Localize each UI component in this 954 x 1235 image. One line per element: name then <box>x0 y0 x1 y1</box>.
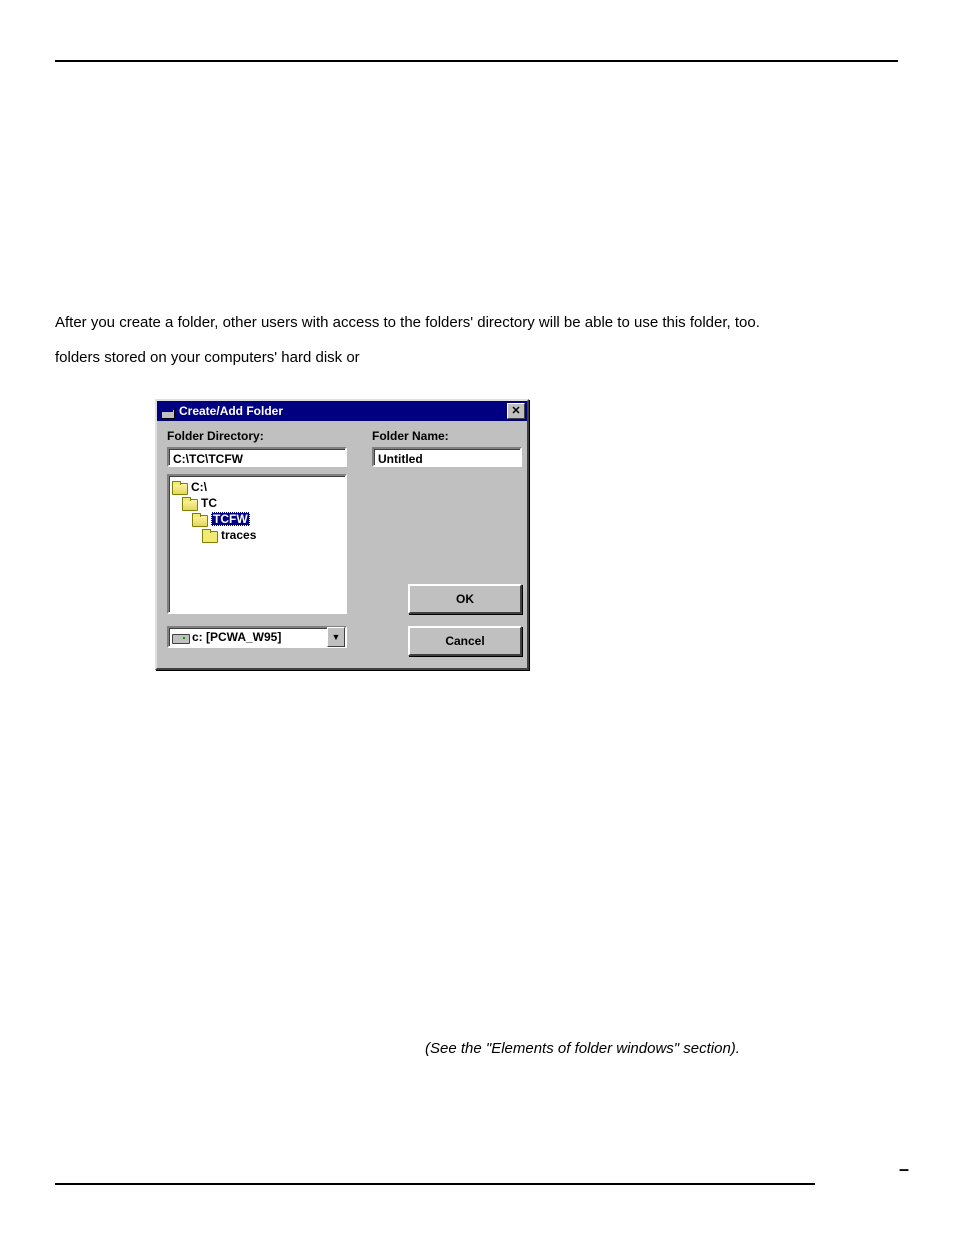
body-text: After you create a folder, other users w… <box>55 312 899 369</box>
dialog-figure: Create/Add Folder ✕ Folder Directory: Fo… <box>155 399 899 670</box>
titlebar[interactable]: Create/Add Folder ✕ <box>157 401 527 421</box>
paragraph-1: After you create a folder, other users w… <box>55 312 815 335</box>
cancel-row: Cancel <box>372 626 522 656</box>
top-rule <box>55 60 898 62</box>
app-icon <box>161 405 175 417</box>
directory-tree[interactable]: C:\ TC TCFW traces <box>167 474 347 614</box>
page-corner-mark: – <box>899 1159 909 1180</box>
close-button[interactable]: ✕ <box>507 403 525 419</box>
tree-item-traces[interactable]: traces <box>172 527 342 543</box>
tree-item-tcfw[interactable]: TCFW <box>172 511 342 527</box>
spacer <box>372 474 522 578</box>
folder-open-icon <box>182 497 198 509</box>
tree-item-label: traces <box>221 528 256 542</box>
document-page: After you create a folder, other users w… <box>0 0 954 1235</box>
tree-item-label: C:\ <box>191 480 207 494</box>
tree-item-label: TCFW <box>211 512 250 526</box>
drive-combobox[interactable]: c: [PCWA_W95] ▼ <box>167 626 347 648</box>
tree-item-c[interactable]: C:\ <box>172 479 342 495</box>
paragraph-2: folders stored on your computers' hard d… <box>55 347 415 370</box>
drive-row: c: [PCWA_W95] ▼ <box>167 626 362 656</box>
bottom-rule <box>55 1183 815 1185</box>
tree-item-tc[interactable]: TC <box>172 495 342 511</box>
drive-value: c: [PCWA_W95] <box>192 630 281 644</box>
folder-directory-path: C:\TC\TCFW <box>167 447 347 467</box>
ok-button[interactable]: OK <box>408 584 522 614</box>
folder-name-input[interactable]: Untitled <box>372 447 522 467</box>
folder-open-icon <box>172 481 188 493</box>
dialog-body: Folder Directory: Folder Name: C:\TC\TCF… <box>157 421 527 668</box>
folder-directory-label: Folder Directory: <box>167 429 362 443</box>
footnote: (See the "Elements of folder windows" se… <box>425 1040 899 1057</box>
button-column: OK <box>372 474 522 614</box>
drive-icon <box>172 632 188 642</box>
folder-open-icon <box>192 513 208 525</box>
folder-closed-icon <box>202 529 218 541</box>
dialog-title: Create/Add Folder <box>179 404 507 418</box>
cancel-button[interactable]: Cancel <box>408 626 522 656</box>
chevron-down-icon[interactable]: ▼ <box>327 627 345 647</box>
tree-item-label: TC <box>201 496 217 510</box>
folder-name-label: Folder Name: <box>372 429 522 443</box>
create-add-folder-dialog: Create/Add Folder ✕ Folder Directory: Fo… <box>155 399 529 670</box>
